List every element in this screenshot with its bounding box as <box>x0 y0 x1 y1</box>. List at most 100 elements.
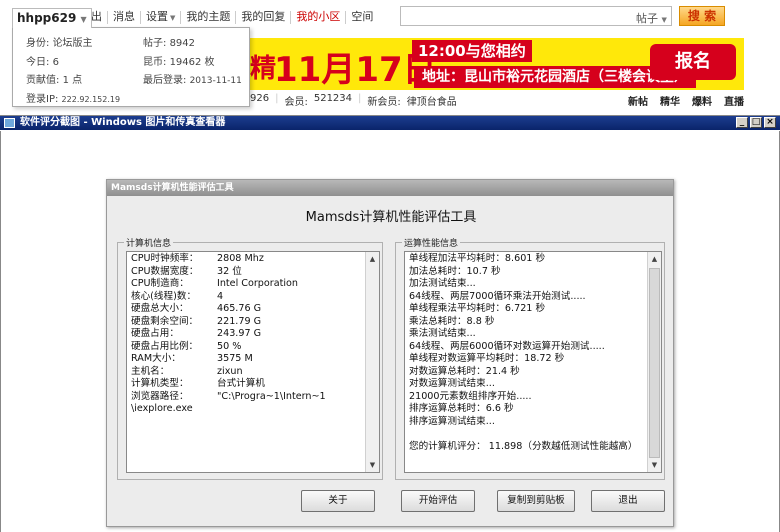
scroll-up-arrow-icon[interactable]: ▲ <box>367 253 378 265</box>
register-button[interactable]: 报名 <box>650 44 736 80</box>
perf-info-line: 排序运算总耗时：6.6 秒 <box>409 403 514 414</box>
lastlogin-row: 最后登录: 2013-11-11 <box>143 71 242 86</box>
computer-info-value: "C:\Progra~1\Intern~1 <box>217 390 326 402</box>
perf-info-scrollbar[interactable]: ▲ ▼ <box>647 252 661 472</box>
search-scope-label[interactable]: 帖子 <box>636 12 658 25</box>
computer-info-value: 243.97 G <box>217 328 262 339</box>
identity-row: 身份: 论坛版主 <box>26 34 93 49</box>
viewer-titlebar[interactable]: 软件评分截图 - Windows 图片和传真查看器 _ □ × <box>0 116 780 130</box>
username-menu[interactable]: hhpp629 ▼ <box>12 8 92 28</box>
copy-to-clipboard-button[interactable]: 复制到剪贴板 <box>497 490 575 512</box>
computer-info-row: 硬盘剩余空间： 221.79 G <box>131 316 361 329</box>
computer-info-value: 50 % <box>217 340 242 352</box>
mamsds-app-window: Mamsds计算机性能评估工具 Mamsds计算机性能评估工具 计算机信息 CP… <box>106 179 674 527</box>
today-value: 6 <box>52 57 59 68</box>
computer-info-list[interactable]: CPU时钟频率： 2808 Mhz CPU数据宽度： 32 位 CPU制造商： Intel… <box>126 251 380 473</box>
chevron-down-icon[interactable]: ▼ <box>662 16 667 24</box>
stat-divider: | <box>358 93 362 104</box>
quick-link-digest[interactable]: 精华 <box>660 93 680 108</box>
stat-newest-label: 新会员: <box>367 97 401 108</box>
maximize-button[interactable]: □ <box>750 117 762 128</box>
search-input[interactable] <box>400 6 672 26</box>
nav-space[interactable]: 空间 <box>345 11 378 24</box>
search-scope-select[interactable]: 帖子 ▼ <box>636 10 667 26</box>
coins-value: 19462 枚 <box>169 57 215 68</box>
posts-label: 帖子: <box>143 38 167 49</box>
computer-info-key: \iexplore.exe <box>131 403 193 414</box>
nav-my-replies[interactable]: 我的回复 <box>235 11 290 24</box>
window-controls: _ □ × <box>734 117 776 128</box>
perf-info-group: 运算性能信息 单线程加法平均耗时：8.601 秒加法总耗时：10.7 秒加法测试… <box>395 236 665 480</box>
computer-info-value: 32 位 <box>217 265 242 277</box>
computer-info-group: 计算机信息 CPU时钟频率： 2808 Mhz CPU数据宽度： 32 位 CPU制造商… <box>117 236 383 480</box>
perf-info-line: 加法测试结束... <box>409 278 476 289</box>
computer-info-row: \iexplore.exe <box>131 403 361 416</box>
identity-label: 身份: <box>26 38 50 49</box>
computer-info-key: 浏览器路径： <box>131 390 189 402</box>
computer-info-key: CPU数据宽度： <box>131 265 199 277</box>
computer-info-key: 计算机类型： <box>131 378 189 389</box>
quick-link-new[interactable]: 新帖 <box>628 93 648 108</box>
quick-link-scoop[interactable]: 爆料 <box>692 93 712 108</box>
chevron-down-icon[interactable]: ▼ <box>168 14 175 22</box>
exit-button[interactable]: 退出 <box>591 490 665 512</box>
nav-settings[interactable]: 设置 ▼ <box>140 11 180 24</box>
user-info-dropdown: 身份: 论坛版主 帖子: 8942 今日: 6 昆币: 19462 枚 贡献值:… <box>12 27 250 107</box>
stat-members-value: 521234 <box>313 93 353 104</box>
computer-info-key: 硬盘剩余空间： <box>131 315 199 327</box>
stat-newest-value[interactable]: 律顶台食品 <box>407 93 457 108</box>
ip-value: 222.92.152.19 <box>61 95 121 104</box>
computer-info-value: Intel Corporation <box>217 278 298 289</box>
minimize-button[interactable]: _ <box>736 117 748 128</box>
computer-info-value: 4 <box>217 290 224 302</box>
close-button[interactable]: × <box>764 117 776 128</box>
quick-link-live[interactable]: 直播 <box>724 93 744 108</box>
banner-pre-text: 精 <box>250 54 277 84</box>
perf-info-line: 您的计算机评分： 11.898（分数越低测试性能越高） <box>409 440 638 452</box>
username[interactable]: hhpp629 <box>17 11 76 25</box>
computer-info-row: 硬盘占用： 243.97 G <box>131 328 361 341</box>
computer-info-key: CPU时钟频率： <box>131 253 199 264</box>
computer-info-row: 计算机类型： 台式计算机 <box>131 378 361 391</box>
today-row: 今日: 6 <box>26 53 59 68</box>
nav-my-community[interactable]: 我的小区 <box>290 11 345 24</box>
scroll-down-arrow-icon[interactable]: ▼ <box>367 459 378 471</box>
contrib-value: 1 点 <box>62 75 83 86</box>
scroll-thumb[interactable] <box>649 268 660 458</box>
perf-info-line: 64线程、两层6000循环对数运算开始测试..... <box>409 340 605 352</box>
lastlogin-value: 2013-11-11 <box>189 76 242 86</box>
start-evaluation-button[interactable]: 开始评估 <box>401 490 475 512</box>
chevron-down-icon[interactable]: ▼ <box>81 15 87 24</box>
computer-info-scrollbar[interactable]: ▲ ▼ <box>365 252 379 472</box>
computer-info-value: 3575 M <box>217 353 253 364</box>
event-banner[interactable]: 精 11月17日 12:00与您相约 地址：昆山市裕元花园酒店（三楼会议室） 报… <box>250 38 744 90</box>
perf-info-line: 乘法测试结束... <box>409 328 476 339</box>
computer-info-key: 硬盘占用比例： <box>131 340 199 352</box>
search-button[interactable]: 搜 索 <box>679 6 725 26</box>
perf-info-line: 排序运算测试结束... <box>409 415 495 427</box>
nav-messages[interactable]: 消息 <box>107 11 140 24</box>
app-window-title[interactable]: Mamsds计算机性能评估工具 <box>107 180 673 196</box>
today-label: 今日: <box>26 57 50 68</box>
posts-value: 8942 <box>169 38 196 49</box>
viewer-title: 软件评分截图 - Windows 图片和传真查看器 <box>20 117 226 128</box>
scroll-down-arrow-icon[interactable]: ▼ <box>649 459 660 471</box>
viewer-app-icon <box>4 118 15 128</box>
computer-info-value: 台式计算机 <box>217 378 265 389</box>
computer-info-value: zixun <box>217 365 243 377</box>
computer-info-value: 465.76 G <box>217 303 262 314</box>
quick-links: 新帖 精华 爆料 直播 <box>628 93 756 108</box>
computer-info-row: 浏览器路径： "C:\Progra~1\Intern~1 <box>131 391 361 404</box>
computer-info-rows: CPU时钟频率： 2808 Mhz CPU数据宽度： 32 位 CPU制造商： Intel… <box>127 252 365 472</box>
perf-info-list[interactable]: 单线程加法平均耗时：8.601 秒加法总耗时：10.7 秒加法测试结束... 64… <box>404 251 662 473</box>
contrib-label: 贡献值: <box>26 75 60 86</box>
computer-info-row: 硬盘总大小： 465.76 G <box>131 303 361 316</box>
posts-row: 帖子: 8942 <box>143 34 195 49</box>
stat-divider: | <box>275 93 279 104</box>
nav-my-topics[interactable]: 我的主题 <box>180 11 235 24</box>
scroll-up-arrow-icon[interactable]: ▲ <box>649 253 660 265</box>
perf-info-line: 对数运算测试结束... <box>409 378 495 389</box>
computer-info-value: 221.79 G <box>217 315 262 327</box>
about-button[interactable]: 关于 <box>301 490 375 512</box>
nav-settings-label[interactable]: 设置 <box>146 10 168 23</box>
